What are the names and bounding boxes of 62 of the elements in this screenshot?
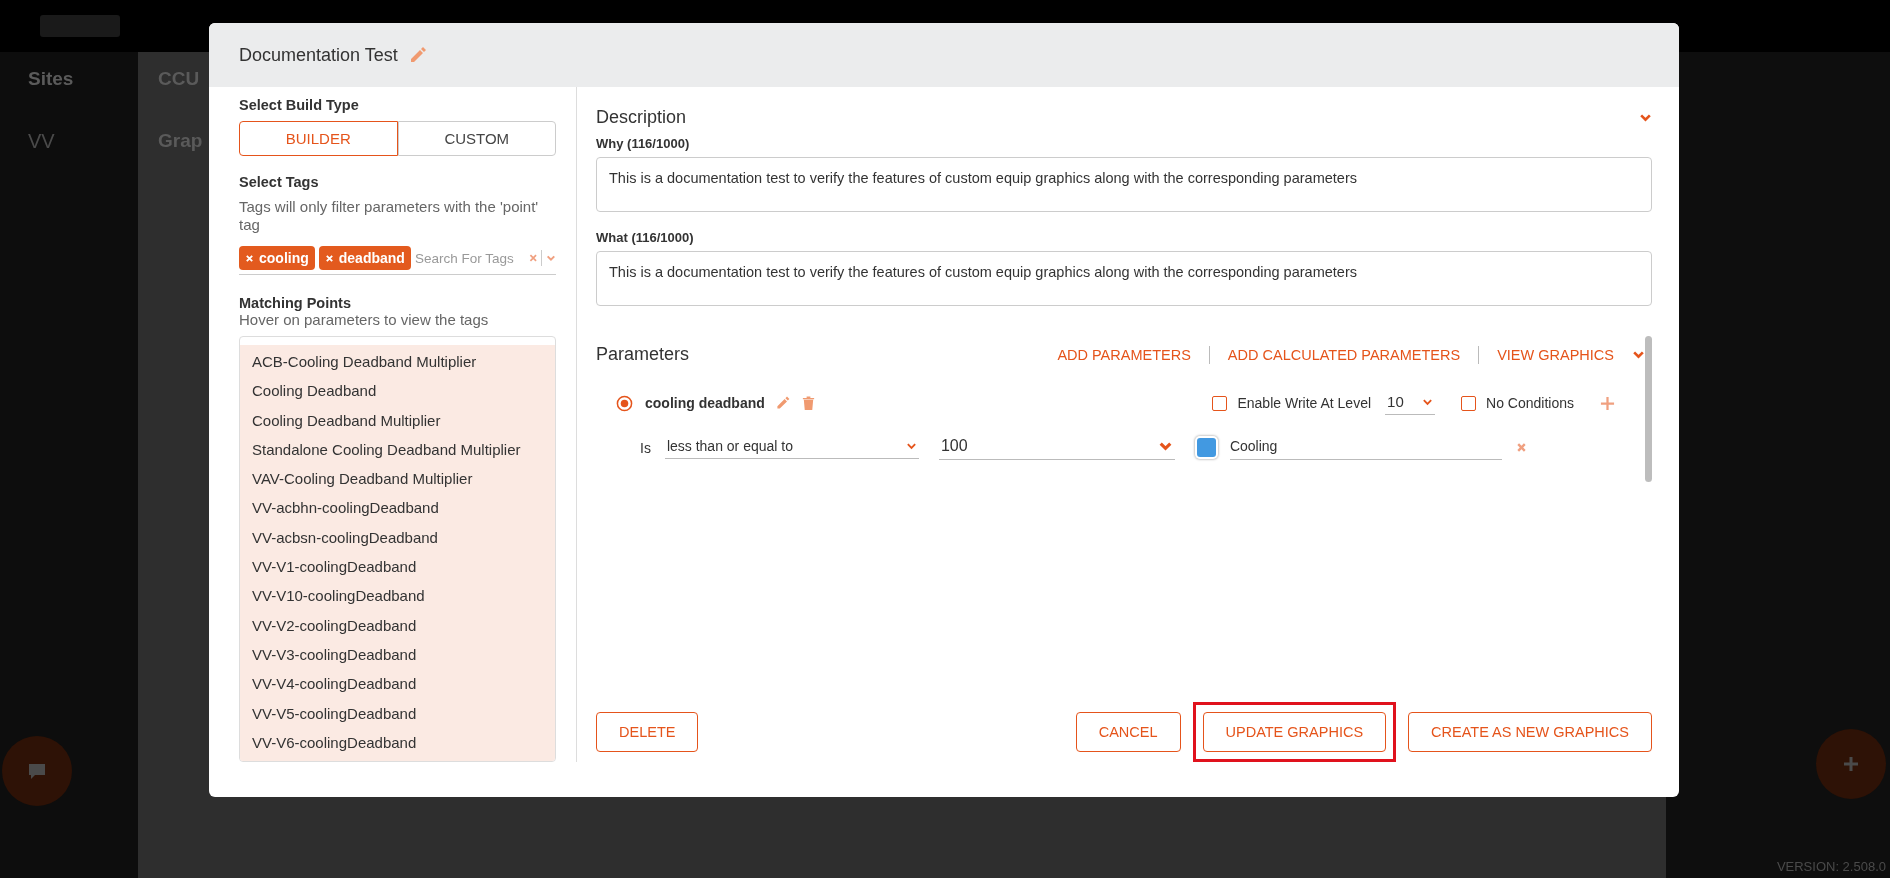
build-type-tab[interactable]: BUILDER: [239, 121, 398, 156]
point-item[interactable]: VAV-Cooling Deadband Multiplier: [252, 464, 555, 494]
version-label: VERSION: 2.508.0: [1776, 859, 1886, 874]
help-text: Tags will only filter parameters with the 'point' tag: [239, 198, 540, 234]
checkbox[interactable]: [1212, 395, 1228, 411]
point-item[interactable]: VV-V6-coolingDeadband: [252, 727, 555, 758]
action-link[interactable]: VIEW GRAPHICS: [1497, 346, 1614, 363]
scrollbar[interactable]: [1645, 336, 1652, 482]
field-label: What (116/1000): [596, 230, 695, 245]
chevron-down-icon: [905, 441, 917, 451]
point-item[interactable]: VV-acbhn-coolingDeadband: [252, 493, 555, 523]
field-label: Matching Points: [239, 295, 352, 311]
action-link[interactable]: ADD PARAMETERS: [1057, 346, 1191, 363]
point-item[interactable]: VV-V1-coolingDeadband: [252, 552, 555, 582]
action-link[interactable]: ADD CALCULATED PARAMETERS: [1227, 346, 1461, 363]
point-item[interactable]: ACB-Cooling Deadband Multiplier: [252, 347, 555, 377]
point-item[interactable]: VV-acbsn-coolingDeadband: [252, 522, 555, 553]
point-item[interactable]: VV-V4-coolingDeadband: [252, 669, 555, 699]
point-item[interactable]: Cooling Deadband: [252, 376, 555, 406]
point-item[interactable]: Cooling Deadband Multiplier: [252, 405, 555, 435]
tag-chip[interactable]: deadband: [318, 246, 411, 270]
point-item[interactable]: VV-V5-coolingDeadband: [252, 698, 555, 728]
dialog-button[interactable]: CANCEL: [1075, 712, 1181, 752]
color-swatch[interactable]: [1196, 438, 1216, 457]
trash-icon[interactable]: [800, 395, 816, 411]
plus-icon[interactable]: [1600, 395, 1615, 411]
condition-prefix: Is: [640, 439, 651, 456]
dialog-button[interactable]: UPDATE GRAPHICS: [1202, 712, 1387, 752]
chevron-down-icon[interactable]: [1632, 349, 1645, 360]
point-item[interactable]: VV-V2-coolingDeadband: [252, 610, 555, 640]
dialog-button[interactable]: CREATE AS NEW GRAPHICS: [1408, 712, 1652, 752]
radio-button[interactable]: [616, 394, 633, 412]
help-text: Hover on parameters to view the tags: [239, 311, 490, 329]
field-label: Select Build Type: [239, 97, 360, 113]
level-select[interactable]: 10: [1385, 391, 1436, 415]
plus-icon: [1843, 756, 1859, 772]
chat-icon: [27, 761, 47, 781]
section-title: Description: [596, 107, 687, 128]
clear-icon[interactable]: [528, 252, 538, 264]
checkbox-label: Enable Write At Level: [1237, 395, 1372, 411]
operator-select[interactable]: less than or equal to: [664, 436, 919, 459]
build-type-tab[interactable]: CUSTOM: [397, 121, 556, 156]
close-icon[interactable]: [1515, 442, 1527, 453]
equip-title: VV: [28, 130, 55, 153]
checkbox-label: No Conditions: [1486, 395, 1574, 411]
tag-chip[interactable]: cooling: [239, 246, 315, 270]
text-area[interactable]: This is a documentation test to verify the features of custom equip graphics along with the corresponding parameters: [596, 251, 1652, 306]
parameter-name: cooling deadband: [645, 395, 765, 411]
checkbox[interactable]: [1461, 395, 1477, 411]
point-item[interactable]: VV-V10-coolingDeadband: [252, 581, 555, 611]
field-label: Why (116/1000): [596, 136, 691, 151]
dialog-button[interactable]: DELETE: [596, 712, 699, 752]
section-title: Parameters: [596, 344, 690, 365]
value-select[interactable]: 100: [938, 435, 1175, 460]
point-item[interactable]: Standalone Cooling Deadband Multiplier: [252, 434, 555, 465]
pencil-icon[interactable]: [774, 395, 791, 411]
field-label: Select Tags: [239, 174, 320, 190]
chevron-down-icon: [1157, 440, 1173, 452]
text-area[interactable]: This is a documentation test to verify the features of custom equip graphics along with the corresponding parameters: [596, 157, 1652, 212]
chevron-down-icon[interactable]: [1639, 112, 1652, 123]
dialog-title: Documentation Test: [239, 44, 398, 66]
point-item[interactable]: VV-V3-coolingDeadband: [252, 639, 555, 670]
